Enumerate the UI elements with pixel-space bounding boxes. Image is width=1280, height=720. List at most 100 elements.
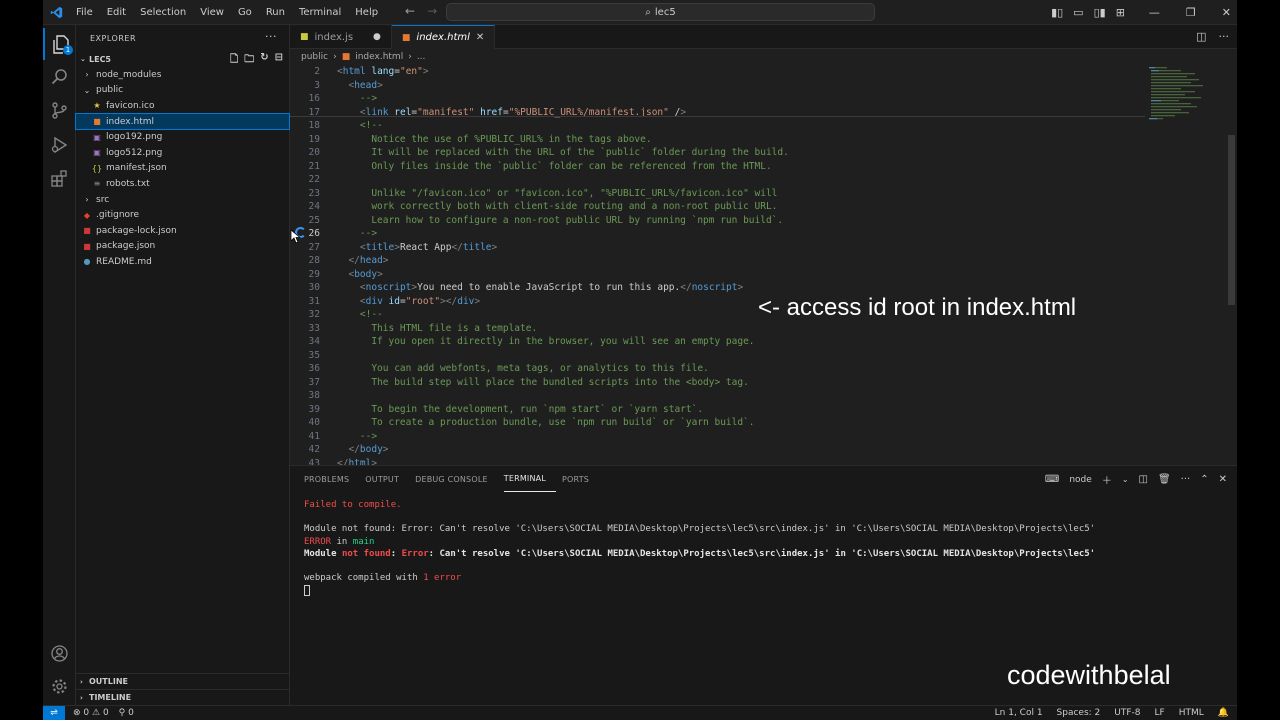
encoding[interactable]: UTF-8 (1114, 708, 1140, 718)
line-number: 30 (308, 282, 320, 293)
menu-edit[interactable]: Edit (100, 7, 133, 18)
html-file-icon: ■ (341, 52, 351, 62)
tab-ports[interactable]: PORTS (562, 466, 599, 492)
chevron-right-icon: › (80, 677, 83, 686)
new-terminal-icon[interactable]: ＋ (1102, 472, 1112, 487)
command-center-search[interactable]: ⌕ lec5 (446, 3, 875, 21)
tree-item[interactable]: ◆ .gitignore (76, 207, 289, 223)
code-line: <!-- (359, 309, 383, 320)
menu-terminal[interactable]: Terminal (292, 7, 348, 18)
terminal-line-failed: Failed to compile. (304, 500, 402, 510)
tree-item[interactable]: ● README.md (76, 254, 289, 270)
settings-gear-icon[interactable] (43, 670, 76, 702)
code-line: This HTML file is a template. (337, 322, 538, 334)
tree-item[interactable]: ⌄ public (76, 83, 289, 99)
tab-output[interactable]: OUTPUT (365, 466, 409, 492)
more-actions-icon[interactable]: ··· (265, 30, 277, 43)
menu-view[interactable]: View (193, 7, 231, 18)
run-debug-activity-icon[interactable] (43, 128, 76, 160)
menu-help[interactable]: Help (348, 7, 385, 18)
trash-icon[interactable]: 🗑 (1158, 474, 1171, 485)
line-number: 31 (308, 295, 320, 307)
tab-debug-console[interactable]: DEBUG CONSOLE (415, 466, 498, 492)
error-word: Error (401, 548, 429, 559)
line-number: 3 (314, 79, 320, 91)
editor-scrollbar[interactable] (1228, 135, 1235, 305)
close-panel-icon[interactable]: ✕ (1219, 474, 1227, 485)
tab-index-js[interactable]: ■ index.js ● (290, 25, 392, 49)
language-mode[interactable]: HTML (1179, 708, 1204, 718)
extensions-activity-icon[interactable] (43, 162, 76, 194)
menu-go[interactable]: Go (231, 7, 259, 18)
back-arrow-icon[interactable]: ← (405, 4, 415, 18)
tree-item-label: manifest.json (106, 163, 167, 174)
breadcrumb-folder[interactable]: public (301, 52, 328, 62)
collapse-all-icon[interactable]: ⊟ (275, 52, 283, 69)
line-number: 29 (308, 268, 320, 280)
editor-more-icon[interactable]: ··· (1219, 30, 1230, 43)
explorer-activity-icon[interactable]: 1 (43, 28, 76, 60)
split-editor-icon[interactable]: ◫ (1196, 30, 1206, 43)
new-folder-icon[interactable]: 🗀 (244, 52, 254, 69)
tab-problems[interactable]: PROBLEMS (304, 466, 359, 492)
search-activity-icon[interactable] (43, 60, 76, 92)
remote-indicator-icon[interactable]: ⇌ (43, 705, 65, 720)
chevron-down-icon[interactable]: ⌄ (1122, 475, 1129, 484)
ports-status[interactable]: ⚲ 0 (119, 708, 134, 718)
minimize-icon[interactable]: — (1149, 6, 1160, 19)
restore-icon[interactable]: ❐ (1186, 6, 1196, 19)
cursor-position[interactable]: Ln 1, Col 1 (995, 708, 1043, 718)
tree-item[interactable]: › src (76, 192, 289, 208)
timeline-section[interactable]: › TIMELINE (76, 689, 290, 705)
breadcrumb-file[interactable]: index.html (355, 52, 403, 62)
terminal-output[interactable]: Failed to compile. Module not found: Err… (290, 492, 1237, 598)
tree-item[interactable]: ■ index.html (75, 112, 290, 131)
unsaved-dot-icon[interactable]: ● (373, 32, 381, 42)
tree-item[interactable]: {} manifest.json (76, 161, 289, 177)
toggle-primary-sidebar-icon[interactable]: ▮▯ (1051, 6, 1063, 19)
minimap[interactable] (1145, 65, 1229, 465)
tab-terminal[interactable]: TERMINAL (503, 466, 557, 492)
line-number: 16 (308, 93, 320, 104)
tree-item[interactable]: ▣ logo192.png (76, 129, 289, 145)
notifications-bell-icon[interactable]: 🔔 (1218, 708, 1229, 718)
tab-label: index.html (416, 32, 470, 43)
line-number: 21 (308, 160, 320, 172)
end-of-line[interactable]: LF (1155, 708, 1165, 718)
accounts-icon[interactable] (43, 637, 76, 669)
line-number: 19 (308, 133, 320, 145)
close-window-icon[interactable]: ✕ (1222, 6, 1231, 19)
panel-more-icon[interactable]: ··· (1181, 474, 1191, 485)
tree-item[interactable]: ▣ logo512.png (76, 145, 289, 161)
maximize-panel-icon[interactable]: ⌃ (1200, 474, 1208, 485)
toggle-panel-icon[interactable]: ▭ (1073, 6, 1083, 19)
breadcrumb-more[interactable]: ... (417, 52, 426, 62)
menu-selection[interactable]: Selection (133, 7, 193, 18)
tree-item[interactable]: › node_modules (76, 67, 289, 83)
tree-item-label: package.json (96, 241, 156, 252)
outline-section[interactable]: › OUTLINE (76, 673, 290, 689)
customize-layout-icon[interactable]: ⊞ (1116, 6, 1125, 19)
tree-item[interactable]: ■ package.json (76, 239, 289, 255)
tab-index-html[interactable]: ■ index.html ✕ (391, 25, 496, 49)
folder-section-header[interactable]: ⌄ LEC5 🗋 🗀 ↻ ⊟ (76, 51, 289, 67)
error-word: ERROR (304, 536, 332, 547)
forward-arrow-icon[interactable]: → (427, 4, 437, 18)
tree-item[interactable]: ★ favicon.ico (76, 98, 289, 114)
close-tab-icon[interactable]: ✕ (476, 32, 484, 43)
menu-file[interactable]: File (69, 7, 100, 18)
new-file-icon[interactable]: 🗋 (230, 52, 238, 69)
indentation[interactable]: Spaces: 2 (1057, 708, 1101, 718)
split-terminal-icon[interactable]: ◫ (1139, 474, 1148, 485)
code-line: <body> (348, 268, 383, 280)
menu-run[interactable]: Run (259, 7, 292, 18)
terminal-name[interactable]: node (1069, 475, 1091, 485)
code-editor[interactable]: 2 <html lang="en"> 3 <head> 16 --> 17 <link … (290, 65, 1145, 465)
tree-item[interactable]: ≡ robots.txt (76, 176, 289, 192)
source-control-activity-icon[interactable] (43, 94, 76, 126)
refresh-icon[interactable]: ↻ (260, 52, 268, 69)
tree-item[interactable]: ■ package-lock.json (76, 223, 289, 239)
image-icon: ▣ (93, 148, 101, 158)
problems-status[interactable]: ⊗ 0 ⚠ 0 (73, 708, 109, 718)
toggle-secondary-sidebar-icon[interactable]: ▯▮ (1094, 6, 1106, 19)
